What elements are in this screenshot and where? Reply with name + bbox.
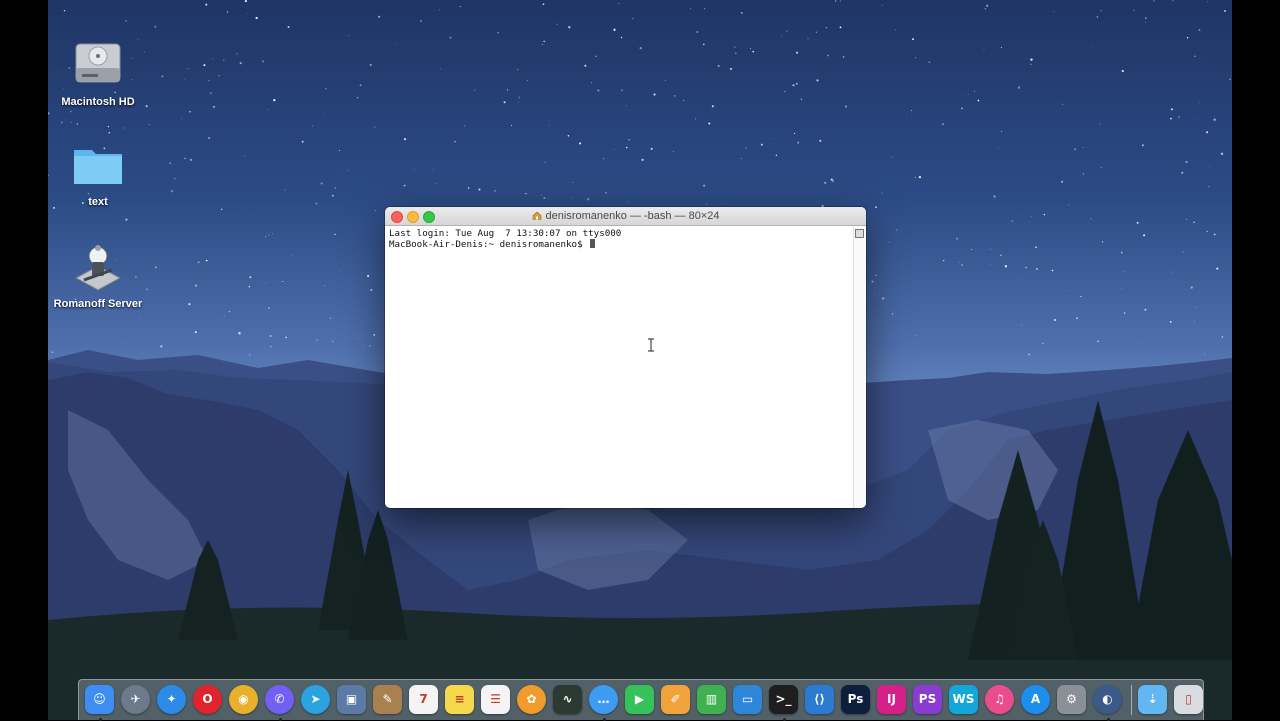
itunes-icon: ♫ bbox=[985, 684, 1014, 714]
terminal-prompt-line: MacBook-Air-Denis:~ denisromanenko$ bbox=[389, 239, 850, 250]
intellij-icon: IJ bbox=[877, 684, 906, 714]
vscode-icon: ⟨⟩ bbox=[805, 684, 834, 714]
dock-item-calendar[interactable]: 7 bbox=[409, 684, 440, 716]
dock-item-itunes[interactable]: ♫ bbox=[985, 684, 1016, 716]
server-app-icon bbox=[74, 245, 122, 291]
dock-item-facetime[interactable]: ▶ bbox=[625, 684, 656, 716]
running-indicator bbox=[603, 717, 606, 721]
dock-item-launchpad[interactable]: ✈ bbox=[121, 684, 152, 716]
dock: ☺ ✈ ✦ O ◉ ✆ ➤ ▣ ✎ 7 ≡ ☰ ✿ ∿… ▶ ✐ ▥ ▭ >_ ⟨⟩ Ps IJ PS WS ♫ A ⚙ ◐ ⇣ ▯ bbox=[78, 679, 1205, 721]
finder-icon: ☺ bbox=[85, 684, 114, 714]
opera-icon: O bbox=[193, 684, 222, 714]
dock-item-keynote[interactable]: ▭ bbox=[733, 684, 764, 716]
dock-item-vscode[interactable]: ⟨⟩ bbox=[805, 684, 836, 716]
running-indicator bbox=[99, 717, 102, 721]
window-title: denisromanenko — -bash — 80×24 bbox=[545, 210, 720, 222]
terminal-output[interactable]: Last login: Tue Aug 7 13:30:07 on ttys00… bbox=[385, 226, 854, 508]
pages-icon: ✐ bbox=[661, 684, 690, 714]
dock-item-trash[interactable]: ▯ bbox=[1174, 684, 1205, 716]
desktop-icon-label: text bbox=[88, 196, 108, 208]
calendar-icon: 7 bbox=[409, 684, 438, 714]
dock-item-notebook[interactable]: ✎ bbox=[373, 684, 404, 716]
home-folder-icon bbox=[532, 211, 541, 220]
preview-icon: ▣ bbox=[337, 684, 366, 714]
folder-icon bbox=[74, 150, 122, 184]
macos-installer-icon: ◐ bbox=[1093, 684, 1122, 714]
photos-icon: ✿ bbox=[517, 684, 546, 714]
dock-item-downloads-folder[interactable]: ⇣ bbox=[1138, 684, 1169, 716]
chrome-icon: ◉ bbox=[229, 684, 258, 714]
dock-item-intellij[interactable]: IJ bbox=[877, 684, 908, 716]
dock-item-numbers[interactable]: ▥ bbox=[697, 684, 728, 716]
terminal-line: Last login: Tue Aug 7 13:30:07 on ttys00… bbox=[389, 228, 622, 239]
dock-item-notes[interactable]: ≡ bbox=[445, 684, 476, 716]
dock-item-viber[interactable]: ✆ bbox=[265, 684, 296, 721]
dock-item-safari[interactable]: ✦ bbox=[157, 684, 188, 716]
keynote-icon: ▭ bbox=[733, 684, 762, 714]
desktop-icon-romanoff-server[interactable]: Romanoff Server bbox=[48, 240, 148, 310]
desktop-icon-label: Macintosh HD bbox=[61, 96, 135, 108]
dock-item-photoshop[interactable]: Ps bbox=[841, 684, 872, 716]
dock-item-photos[interactable]: ✿ bbox=[517, 684, 548, 716]
dock-item-opera[interactable]: O bbox=[193, 684, 224, 716]
downloads-folder-icon: ⇣ bbox=[1138, 684, 1167, 714]
dock-item-system-preferences[interactable]: ⚙ bbox=[1057, 684, 1088, 716]
dock-item-phpstorm[interactable]: PS bbox=[913, 684, 944, 716]
photoshop-icon: Ps bbox=[841, 684, 870, 714]
dock-item-activity-monitor[interactable]: ∿ bbox=[553, 684, 584, 716]
phpstorm-icon: PS bbox=[913, 684, 942, 714]
dock-item-preview[interactable]: ▣ bbox=[337, 684, 368, 716]
dock-item-webstorm[interactable]: WS bbox=[949, 684, 980, 716]
app-store-icon: A bbox=[1021, 684, 1050, 714]
dock-item-macos-installer[interactable]: ◐ bbox=[1093, 684, 1124, 721]
telegram-icon: ➤ bbox=[301, 684, 330, 714]
launchpad-icon: ✈ bbox=[121, 684, 150, 714]
window-title-row: denisromanenko — -bash — 80×24 bbox=[385, 210, 866, 222]
dock-item-chrome[interactable]: ◉ bbox=[229, 684, 260, 716]
activity-monitor-icon: ∿ bbox=[553, 684, 582, 714]
dock-item-app-store[interactable]: A bbox=[1021, 684, 1052, 716]
dock-item-telegram[interactable]: ➤ bbox=[301, 684, 332, 716]
text-cursor bbox=[590, 239, 596, 248]
safari-icon: ✦ bbox=[157, 684, 186, 714]
notebook-icon: ✎ bbox=[373, 684, 402, 714]
reminders-icon: ☰ bbox=[481, 684, 510, 714]
webstorm-icon: WS bbox=[949, 684, 978, 714]
terminal-icon: >_ bbox=[769, 684, 798, 714]
notes-icon: ≡ bbox=[445, 684, 474, 714]
system-preferences-icon: ⚙ bbox=[1057, 684, 1086, 714]
running-indicator bbox=[1107, 717, 1110, 721]
desktop-icon-macintosh-hd[interactable]: Macintosh HD bbox=[48, 38, 148, 108]
dock-item-messages[interactable]: … bbox=[589, 684, 620, 721]
terminal-window[interactable]: denisromanenko — -bash — 80×24 Last logi… bbox=[385, 207, 866, 508]
trash-icon: ▯ bbox=[1174, 684, 1203, 714]
ibeam-cursor-icon bbox=[648, 338, 654, 352]
desktop-icon-text-folder[interactable]: text bbox=[48, 138, 148, 208]
terminal-titlebar[interactable]: denisromanenko — -bash — 80×24 bbox=[385, 207, 866, 226]
terminal-prompt: MacBook-Air-Denis:~ denisromanenko$ bbox=[389, 239, 589, 250]
desktop-icon-label: Romanoff Server bbox=[53, 298, 143, 310]
viber-icon: ✆ bbox=[265, 684, 294, 714]
numbers-icon: ▥ bbox=[697, 684, 726, 714]
messages-icon: … bbox=[589, 684, 618, 714]
hard-drive-icon bbox=[75, 43, 121, 83]
dock-separator bbox=[1131, 685, 1132, 715]
running-indicator bbox=[783, 717, 786, 721]
dock-item-reminders[interactable]: ☰ bbox=[481, 684, 512, 716]
dock-item-pages[interactable]: ✐ bbox=[661, 684, 692, 716]
dock-item-terminal[interactable]: >_ bbox=[769, 684, 800, 721]
terminal-scrollbar[interactable] bbox=[853, 226, 866, 508]
dock-item-finder[interactable]: ☺ bbox=[85, 684, 116, 721]
facetime-icon: ▶ bbox=[625, 684, 654, 714]
running-indicator bbox=[279, 717, 282, 721]
scroll-marker-icon bbox=[855, 229, 864, 238]
